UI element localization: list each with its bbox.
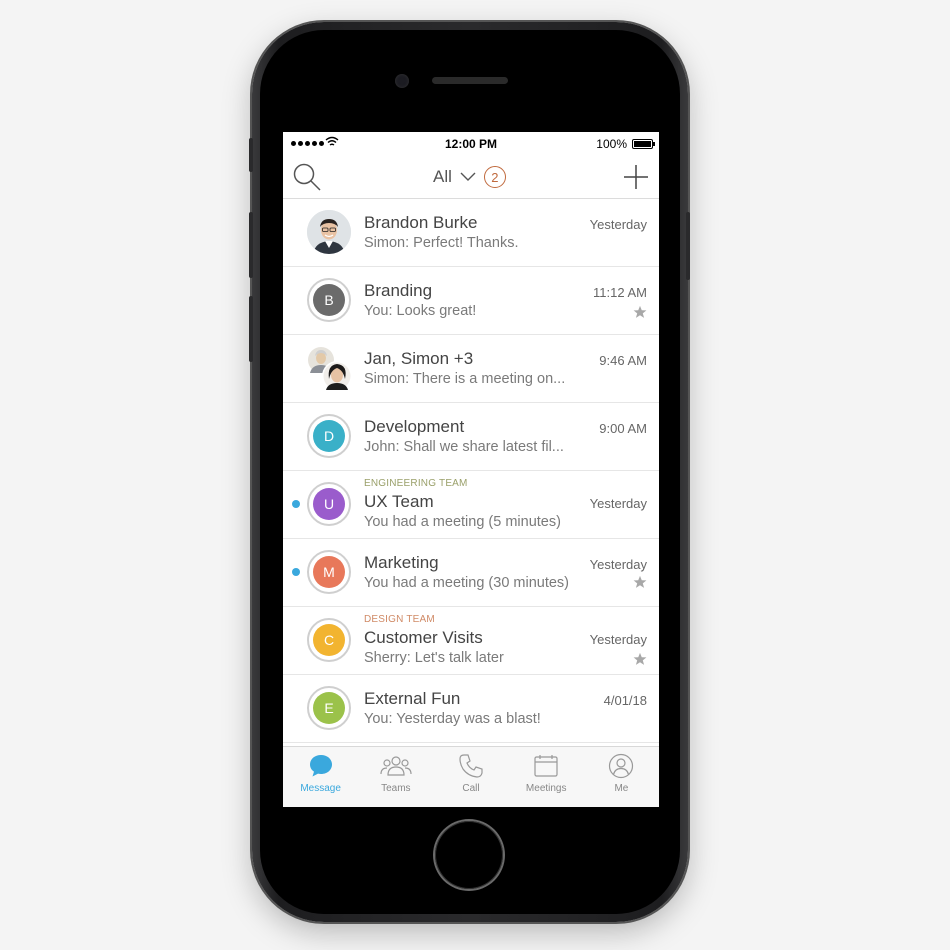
conversation-preview: You had a meeting (5 minutes): [364, 514, 561, 530]
avatar: C: [307, 618, 351, 662]
conversation-name: Branding: [364, 281, 433, 300]
conversation-name: Development: [364, 417, 465, 436]
tab-label: Call: [462, 783, 480, 794]
avatar: E: [307, 686, 351, 730]
conversation-time: 9:46 AM: [599, 353, 647, 368]
avatar: D: [307, 414, 351, 458]
tab-me[interactable]: Me: [584, 747, 659, 807]
conversation-row[interactable]: U ENGINEERING TEAM UX Team You had a mee…: [283, 471, 659, 539]
conversation-preview: John: Shall we share latest fil...: [364, 439, 564, 455]
app-header: All 2: [283, 156, 659, 199]
conversation-time: 4/01/18: [603, 693, 647, 708]
conversation-time: Yesterday: [589, 496, 647, 511]
conversation-name: Marketing: [364, 553, 439, 572]
conversation-name: Customer Visits: [364, 628, 483, 647]
new-conversation-icon[interactable]: [623, 164, 649, 190]
conversation-name: External Fun: [364, 689, 461, 708]
unread-dot: [292, 500, 300, 508]
battery-icon: [632, 139, 655, 149]
avatar: M: [307, 550, 351, 594]
avatar-letter: M: [313, 556, 345, 588]
conversation-preview: Simon: There is a meeting on...: [364, 371, 566, 387]
app-screen: 12:00 PM 100% All 2 Brandon Burke Simon:…: [283, 132, 659, 807]
team-tag: DESIGN TEAM: [364, 614, 435, 625]
tab-teams[interactable]: Teams: [358, 747, 433, 807]
conversation-time: Yesterday: [589, 217, 647, 232]
earpiece-speaker: [432, 77, 508, 84]
tab-bar: Message Teams Call Meetings Me: [283, 746, 659, 807]
avatar-letter: B: [313, 284, 345, 316]
star-icon[interactable]: [633, 575, 647, 589]
conversation-time: 9:00 AM: [599, 421, 647, 436]
conversation-name: Jan, Simon +3: [364, 349, 474, 368]
filter-label: All: [433, 167, 452, 186]
avatar-letter: U: [313, 488, 345, 520]
meetings-icon: [534, 755, 558, 777]
battery-percent: 100%: [596, 137, 627, 151]
tab-message[interactable]: Message: [283, 747, 358, 807]
avatar-letter: D: [313, 420, 345, 452]
chevron-down-icon: [460, 172, 476, 181]
mute-switch: [249, 138, 253, 172]
avatar: [307, 210, 351, 254]
conversation-name: Brandon Burke: [364, 213, 478, 232]
conversation-row[interactable]: M Marketing You had a meeting (30 minute…: [283, 539, 659, 607]
volume-up-button: [249, 212, 253, 278]
message-icon: [309, 755, 332, 777]
group-avatar: [307, 346, 353, 392]
conversation-list: Brandon Burke Simon: Perfect! Thanks. Ye…: [283, 199, 659, 743]
teams-icon: [380, 756, 412, 776]
call-icon: [459, 754, 483, 778]
tab-call[interactable]: Call: [433, 747, 508, 807]
conversation-row[interactable]: E External Fun You: Yesterday was a blas…: [283, 675, 659, 743]
tab-meetings[interactable]: Meetings: [509, 747, 584, 807]
conversation-row[interactable]: Brandon Burke Simon: Perfect! Thanks. Ye…: [283, 199, 659, 267]
avatar: U: [307, 482, 351, 526]
tab-label: Teams: [381, 783, 411, 794]
conversation-row[interactable]: Jan, Simon +3 Simon: There is a meeting …: [283, 335, 659, 403]
conversation-name: UX Team: [364, 492, 434, 511]
tab-label: Meetings: [525, 783, 567, 794]
conversation-row[interactable]: D Development John: Shall we share lates…: [283, 403, 659, 471]
avatar: B: [307, 278, 351, 322]
conversation-time: Yesterday: [589, 557, 647, 572]
home-button[interactable]: [435, 821, 503, 889]
star-icon[interactable]: [633, 305, 647, 319]
tab-label: Me: [614, 783, 629, 794]
volume-down-button: [249, 296, 253, 362]
conversation-time: 11:12 AM: [593, 285, 647, 300]
conversation-preview: Sherry: Let's talk later: [364, 650, 504, 666]
conversation-preview: You: Looks great!: [364, 303, 477, 319]
avatar-letter: E: [313, 692, 345, 724]
status-bar: 12:00 PM 100%: [283, 132, 659, 156]
avatar-letter: C: [313, 624, 345, 656]
conversation-row[interactable]: B Branding You: Looks great! 11:12 AM: [283, 267, 659, 335]
conversation-preview: You had a meeting (30 minutes): [364, 575, 570, 591]
tab-label: Message: [300, 783, 341, 794]
unread-dot: [292, 568, 300, 576]
conversation-filter[interactable]: All 2: [433, 164, 506, 190]
star-icon[interactable]: [633, 652, 647, 666]
conversation-preview: You: Yesterday was a blast!: [364, 711, 541, 727]
front-camera: [395, 74, 409, 88]
search-icon[interactable]: [292, 162, 322, 192]
unread-count-badge: 2: [483, 166, 506, 188]
conversation-preview: Simon: Perfect! Thanks.: [364, 235, 519, 251]
me-icon: [609, 753, 634, 779]
power-button: [686, 212, 690, 280]
team-tag: ENGINEERING TEAM: [364, 478, 468, 489]
conversation-time: Yesterday: [589, 632, 647, 647]
conversation-row[interactable]: C DESIGN TEAM Customer Visits Sherry: Le…: [283, 607, 659, 675]
